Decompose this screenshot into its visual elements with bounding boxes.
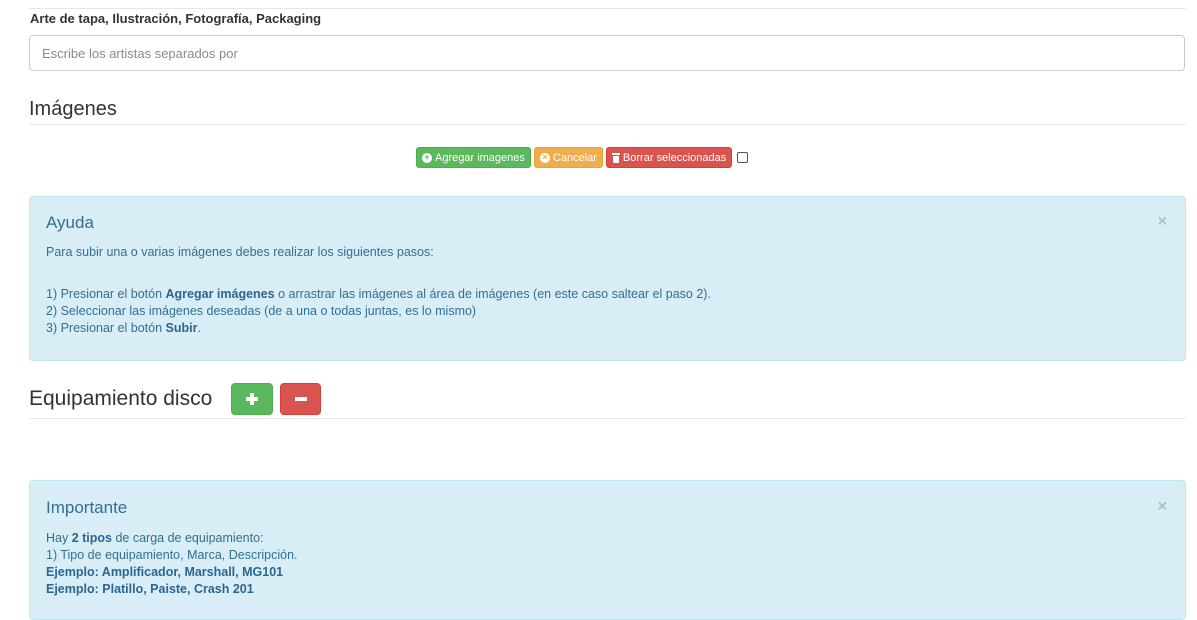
plus-circle-icon: + [422,152,432,163]
delete-selected-button[interactable]: Borrar seleccionadas [605,147,733,168]
top-divider [29,8,1186,9]
add-images-label: Agregar imagenes [435,151,525,164]
help-alert-title: Ayuda [46,213,94,232]
trash-icon [611,152,620,163]
help-alert-step-1: 1) Presionar el botón Agregar imágenes o… [46,287,711,301]
add-images-button[interactable]: + Agregar imagenes [416,147,531,168]
cancel-label: Cancelar [552,151,597,164]
equipment-section-title: Equipamiento disco [29,387,213,410]
important-alert-example-1: Ejemplo: Amplificador, Marshall, MG101 [46,565,284,579]
important-alert-title: Importante [46,498,128,517]
help-alert-intro: Para subir una o varias imágenes debes r… [46,245,434,259]
important-alert-line-2: 1) Tipo de equipamiento, Marca, Descripc… [46,548,298,562]
help-alert-step-3: 3) Presionar el botón Subir. [46,321,201,335]
remove-equipment-button[interactable] [280,383,321,415]
equipment-section-divider [29,418,1186,419]
help-alert-step-2: 2) Seleccionar las imágenes deseadas (de… [46,304,477,318]
cancel-button[interactable]: × Cancelar [533,147,603,168]
important-alert: Importante × Hay 2 tipos de carga de equ… [29,480,1186,620]
plus-icon [246,393,258,405]
add-equipment-button[interactable] [231,383,273,415]
help-alert: Ayuda × Para subir una o varias imágenes… [29,196,1186,361]
minus-icon [294,397,307,401]
artists-input[interactable] [29,35,1185,71]
artists-field-label: Arte de tapa, Ilustración, Fotografía, P… [30,11,322,26]
important-alert-example-2: Ejemplo: Platillo, Paiste, Crash 201 [46,582,254,596]
images-section-divider [29,124,1186,125]
important-alert-close-icon[interactable]: × [1158,498,1167,516]
select-all-checkbox[interactable] [737,152,749,163]
images-section-title: Imágenes [29,98,117,120]
help-alert-close-icon[interactable]: × [1158,213,1167,231]
delete-selected-label: Borrar seleccionadas [622,151,727,164]
important-alert-line-1: Hay 2 tipos de carga de equipamiento: [46,531,264,545]
times-circle-icon: × [539,152,550,163]
images-toolbar: + Agregar imagenes × Cancelar Borrar sel… [416,147,749,168]
